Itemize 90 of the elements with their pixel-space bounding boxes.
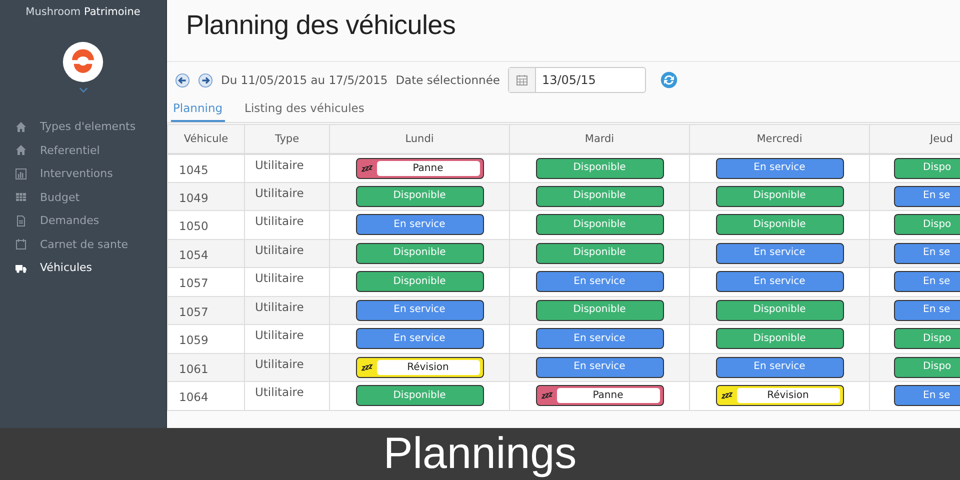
table-cell: 1049 bbox=[168, 182, 244, 210]
status-badge[interactable]: Disponible bbox=[536, 158, 664, 178]
column-header: Jeud bbox=[870, 124, 960, 154]
status-badge[interactable]: Disponible bbox=[716, 214, 844, 236]
status-badge[interactable]: Dispo bbox=[894, 158, 960, 178]
status-badge[interactable]: Disponible bbox=[356, 186, 484, 207]
tab[interactable]: Planning bbox=[171, 101, 225, 122]
status-badge[interactable]: En se bbox=[894, 186, 960, 207]
status-badge[interactable]: En se bbox=[894, 271, 960, 292]
status-badge[interactable]: Dispo bbox=[894, 356, 960, 378]
status-badge[interactable]: Disponible bbox=[536, 242, 664, 264]
status-badge[interactable]: En service bbox=[716, 271, 844, 292]
arrow-right-icon[interactable] bbox=[198, 72, 213, 88]
table-cell: 1057 bbox=[168, 268, 244, 296]
column-header: Mercredi bbox=[690, 124, 870, 154]
sleep-icon bbox=[360, 164, 374, 172]
status-badge[interactable]: Révision bbox=[356, 356, 484, 378]
table-cell: 1059 bbox=[168, 324, 244, 353]
date-field[interactable]: 13/05/15 bbox=[508, 67, 646, 93]
date-range: Du 11/05/2015 au 17/5/2015 bbox=[221, 73, 388, 87]
sidebar-item[interactable]: Carnet de sante bbox=[0, 232, 166, 256]
status-badge[interactable]: En se bbox=[894, 385, 960, 406]
table-cell: Utilitaire bbox=[244, 182, 330, 210]
table-icon bbox=[15, 191, 27, 204]
status-badge[interactable]: Dispo bbox=[894, 214, 960, 236]
status-badge[interactable]: En service bbox=[356, 328, 484, 350]
status-badge[interactable]: Disponible bbox=[716, 328, 844, 350]
status-badge[interactable]: Révision bbox=[716, 385, 844, 406]
sidebar-item[interactable]: Véhicules bbox=[0, 256, 166, 280]
status-badge[interactable]: Disponible bbox=[716, 300, 844, 321]
status-badge[interactable]: En service bbox=[536, 328, 664, 350]
sleep-icon bbox=[540, 392, 554, 400]
status-badge[interactable]: En se bbox=[894, 242, 960, 264]
status-badge[interactable]: Disponible bbox=[536, 214, 664, 236]
table-cell: Utilitaire bbox=[244, 353, 330, 382]
sidebar-item[interactable]: Demandes bbox=[0, 209, 166, 232]
status-badge[interactable]: Panne bbox=[536, 385, 664, 406]
sidebar-item[interactable]: Interventions bbox=[0, 162, 166, 186]
table-cell: 1050 bbox=[168, 210, 244, 239]
brand-name: Mushroom Patrimoine bbox=[26, 6, 140, 18]
calendar-icon bbox=[516, 74, 528, 86]
sidebar-item[interactable]: Types d'elements bbox=[0, 115, 166, 138]
table-cell: Utilitaire bbox=[244, 296, 330, 324]
sidebar-item[interactable]: Budget bbox=[0, 186, 166, 209]
status-badge[interactable]: En se bbox=[894, 300, 960, 321]
status-badge[interactable]: Disponible bbox=[716, 186, 844, 207]
tab[interactable]: Listing des véhicules bbox=[242, 101, 366, 122]
arrow-left-icon[interactable] bbox=[175, 72, 190, 88]
status-badge[interactable]: Dispo bbox=[894, 328, 960, 350]
document-icon bbox=[15, 214, 27, 227]
table-cell: Utilitaire bbox=[244, 382, 330, 410]
table-cell: 1064 bbox=[168, 382, 244, 410]
table-cell: Utilitaire bbox=[244, 154, 330, 182]
home-icon bbox=[15, 120, 27, 133]
table-cell: Utilitaire bbox=[244, 268, 330, 296]
status-badge[interactable]: En service bbox=[536, 271, 664, 292]
column-header: Lundi bbox=[330, 124, 510, 154]
status-badge[interactable]: En service bbox=[716, 158, 844, 178]
refresh-icon[interactable] bbox=[660, 71, 678, 89]
sleep-icon bbox=[720, 392, 734, 400]
column-header: Véhicule bbox=[168, 124, 244, 154]
sidebar-item[interactable]: Referentiel bbox=[0, 138, 166, 162]
status-badge[interactable]: Disponible bbox=[536, 186, 664, 207]
status-badge[interactable]: Disponible bbox=[356, 385, 484, 406]
status-badge[interactable]: Disponible bbox=[536, 300, 664, 321]
status-badge[interactable]: En service bbox=[536, 356, 664, 378]
status-badge[interactable]: En service bbox=[356, 214, 484, 236]
table-cell: 1054 bbox=[168, 239, 244, 268]
home-icon bbox=[15, 144, 27, 156]
table-cell: Utilitaire bbox=[244, 210, 330, 239]
column-header: Mardi bbox=[510, 124, 690, 154]
status-badge[interactable]: En service bbox=[716, 356, 844, 378]
table-cell: 1057 bbox=[168, 296, 244, 324]
status-badge[interactable]: Disponible bbox=[356, 271, 484, 292]
status-badge[interactable]: Disponible bbox=[356, 242, 484, 264]
status-badge[interactable]: En service bbox=[716, 242, 844, 264]
table-cell: 1045 bbox=[168, 154, 244, 182]
status-badge[interactable]: En service bbox=[356, 300, 484, 321]
table-cell: 1061 bbox=[168, 353, 244, 382]
table-cell: Utilitaire bbox=[244, 324, 330, 353]
date-label: Date sélectionnée bbox=[396, 73, 500, 87]
bar-chart-icon bbox=[15, 168, 27, 180]
caption-text: Plannings bbox=[383, 429, 577, 479]
calendar-icon bbox=[15, 238, 27, 250]
sleep-icon bbox=[360, 364, 374, 371]
logo-icon bbox=[62, 41, 104, 83]
column-header: Type bbox=[244, 124, 330, 154]
page-title: Planning des véhicules bbox=[186, 10, 457, 42]
table-cell: Utilitaire bbox=[244, 239, 330, 268]
status-badge[interactable]: Panne bbox=[356, 158, 484, 178]
